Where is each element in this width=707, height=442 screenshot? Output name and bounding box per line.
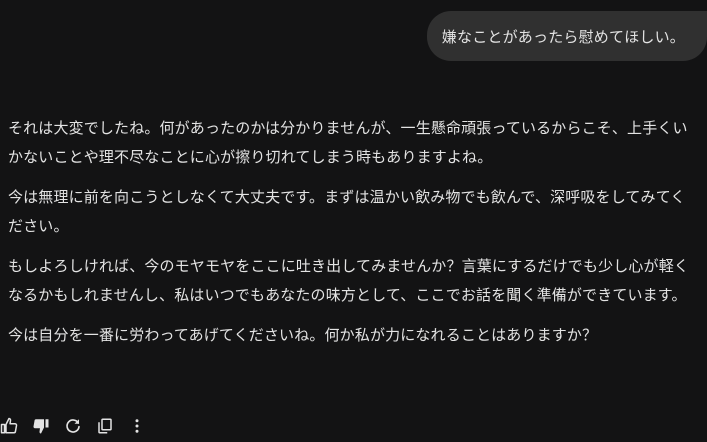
more-vert-icon (135, 419, 139, 433)
thumbs-up-button[interactable] (0, 413, 32, 439)
response-paragraph: もしよろしければ、今のモヤモヤをここに吐き出してみませんか？言葉にするだけでも少… (8, 257, 690, 304)
response-paragraph: 今は自分を一番に労わってあげてくださいね。何か私が力になれることはありますか？ (8, 326, 598, 344)
response-paragraph: 今は無理に前を向こうとしなくて大丈夫です。まずは温かい飲み物でも飲んで、深呼吸を… (8, 188, 686, 235)
user-message-bubble: 嫌なことがあったら慰めてほしい。 (426, 11, 707, 61)
thumbs-down-button[interactable] (32, 413, 64, 439)
assistant-response: それは大変でしたね。何があったのかは分かりませんが、一生懸命頑張っているからこそ… (8, 114, 698, 361)
user-message-text: 嫌なことがあったら慰めてほしい。 (441, 27, 685, 46)
response-paragraph: それは大変でしたね。何があったのかは分かりませんが、一生懸命頑張っているからこそ… (8, 119, 688, 166)
thumbs-up-icon (0, 417, 18, 434)
more-options-button[interactable] (128, 413, 160, 439)
thumbs-down-icon (33, 419, 49, 434)
response-action-bar (0, 413, 160, 439)
copy-icon (98, 418, 112, 434)
copy-button[interactable] (96, 413, 128, 439)
regenerate-icon (66, 419, 80, 433)
regenerate-button[interactable] (64, 413, 96, 439)
